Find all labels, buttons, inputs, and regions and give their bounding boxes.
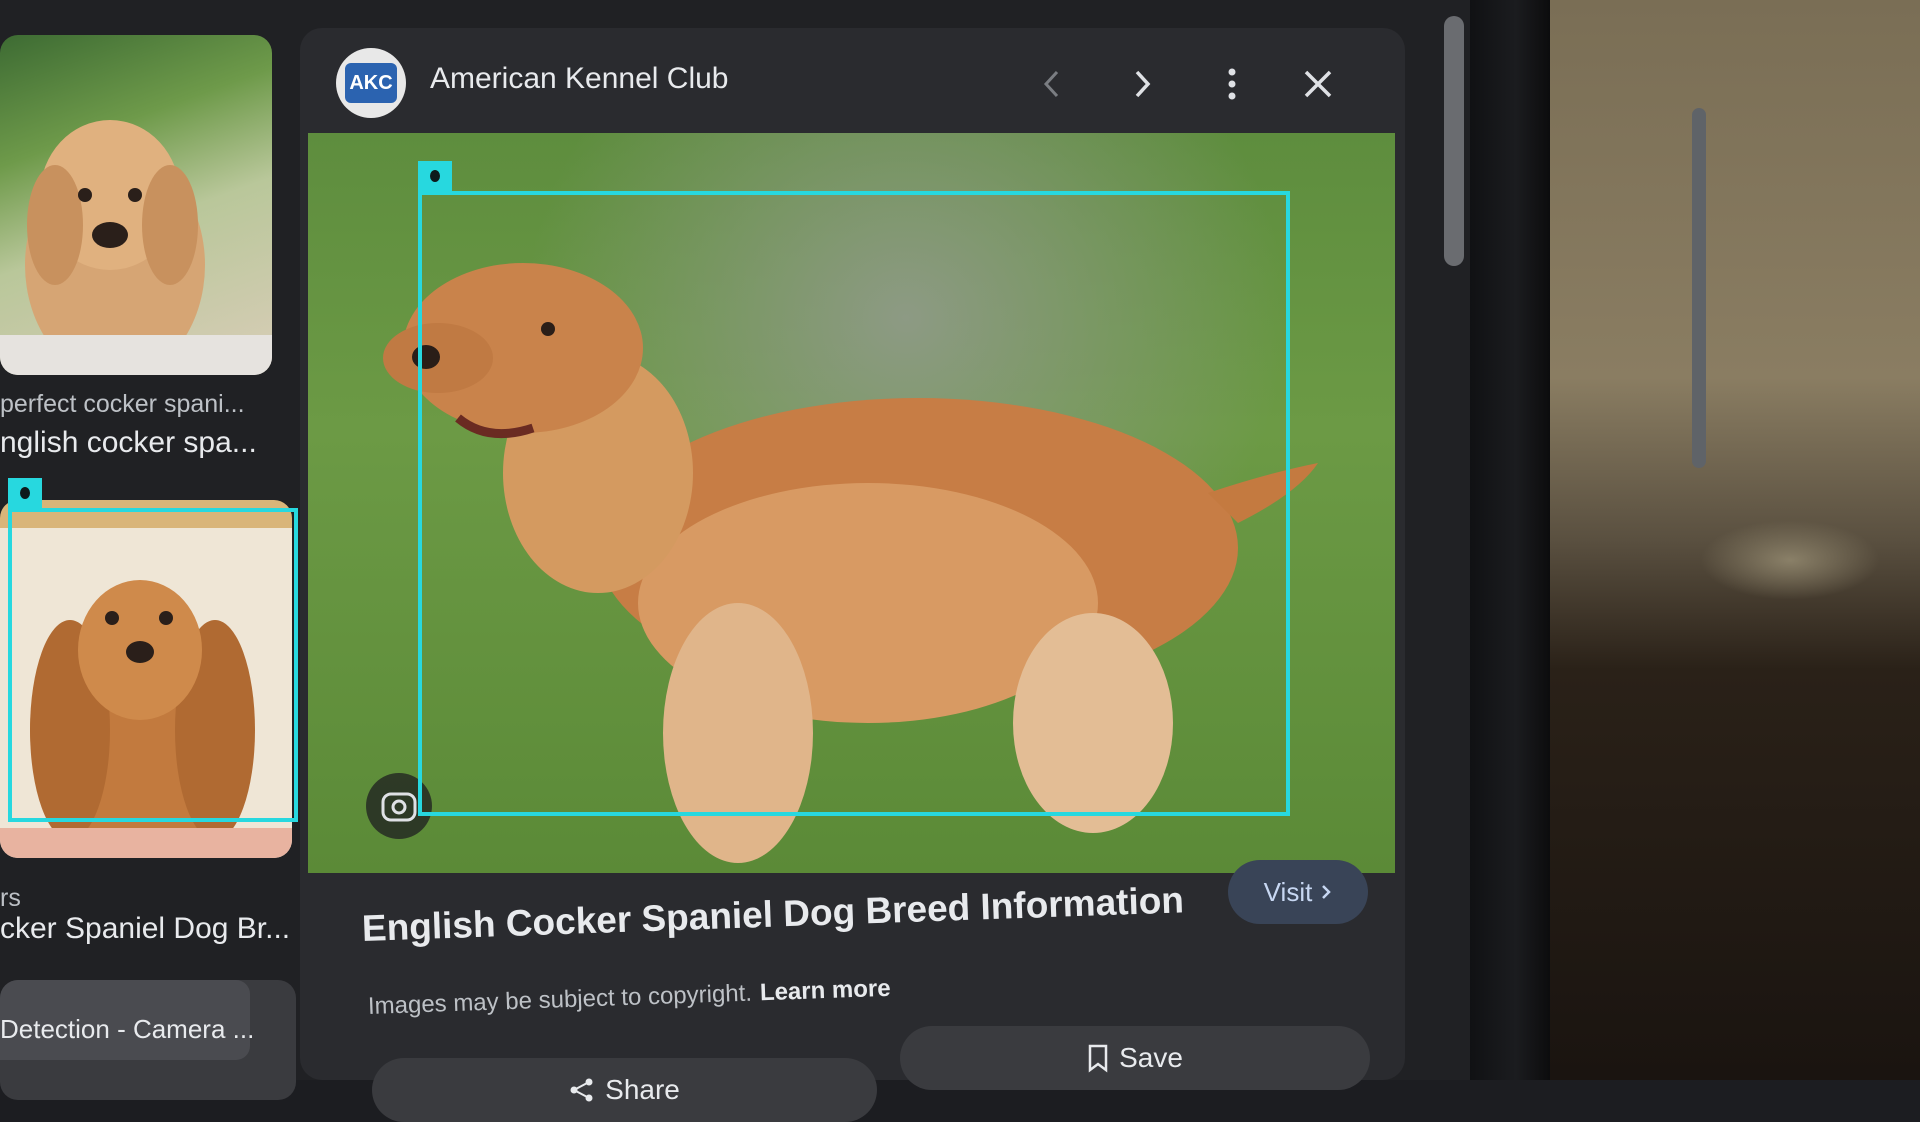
chevron-left-icon <box>1043 70 1059 98</box>
result-source-1: perfect cocker spani... <box>0 390 245 418</box>
browser-viewport: perfect cocker spani... nglish cocker sp… <box>0 0 1706 1122</box>
source-name[interactable]: American Kennel Club <box>430 62 729 96</box>
visit-button[interactable]: Visit <box>1228 860 1368 924</box>
result-source-2: rs <box>0 884 21 912</box>
visit-label: Visit <box>1263 876 1313 907</box>
copyright-text: Images may be subject to copyright. <box>367 979 753 1020</box>
source-logo[interactable]: AKC <box>336 48 406 118</box>
close-button[interactable] <box>1298 64 1338 104</box>
preview-header: AKC American Kennel Club <box>300 28 1405 138</box>
previous-button[interactable] <box>1032 64 1072 104</box>
page-scrollbar-thumb[interactable] <box>1444 16 1464 266</box>
save-button[interactable]: Save <box>900 1026 1370 1090</box>
monitor-bezel <box>1465 0 1550 1080</box>
chevron-right-icon <box>1322 885 1332 899</box>
detection-box-thumbnail <box>8 508 298 822</box>
bookmark-icon <box>1088 1044 1108 1073</box>
chevron-right-icon <box>1135 70 1151 98</box>
close-icon <box>1304 70 1332 98</box>
panel-scrollbar-thumb[interactable] <box>1692 108 1706 468</box>
detection-marker-main <box>418 161 452 191</box>
more-options-button[interactable] <box>1212 64 1252 104</box>
share-label: Share <box>605 1074 680 1105</box>
next-button[interactable] <box>1122 64 1162 104</box>
source-logo-text: AKC <box>345 63 397 103</box>
image-preview-panel: AKC American Kennel Club English Cocker … <box>300 28 1706 1122</box>
result-title-1[interactable]: nglish cocker spa... <box>0 426 257 460</box>
share-button[interactable]: Share <box>372 1058 877 1122</box>
save-label: Save <box>1119 1042 1183 1073</box>
detection-box-main <box>418 191 1290 816</box>
room-light-reflection <box>1700 520 1880 600</box>
more-vert-icon <box>1228 68 1236 100</box>
result-page-title[interactable]: English Cocker Spaniel Dog Breed Informa… <box>361 879 1184 950</box>
puppy-image <box>0 120 272 375</box>
detection-marker-thumbnail <box>8 478 42 508</box>
copyright-notice: Images may be subject to copyright. Learn… <box>368 975 892 1021</box>
result-title-2[interactable]: cker Spaniel Dog Br... <box>0 912 290 946</box>
result-title-3[interactable]: Detection - Camera ... <box>0 1014 254 1045</box>
google-lens-icon <box>381 792 417 822</box>
learn-more-link[interactable]: Learn more <box>759 975 891 1007</box>
share-icon <box>570 1078 593 1102</box>
result-thumbnail-1[interactable] <box>0 35 272 375</box>
